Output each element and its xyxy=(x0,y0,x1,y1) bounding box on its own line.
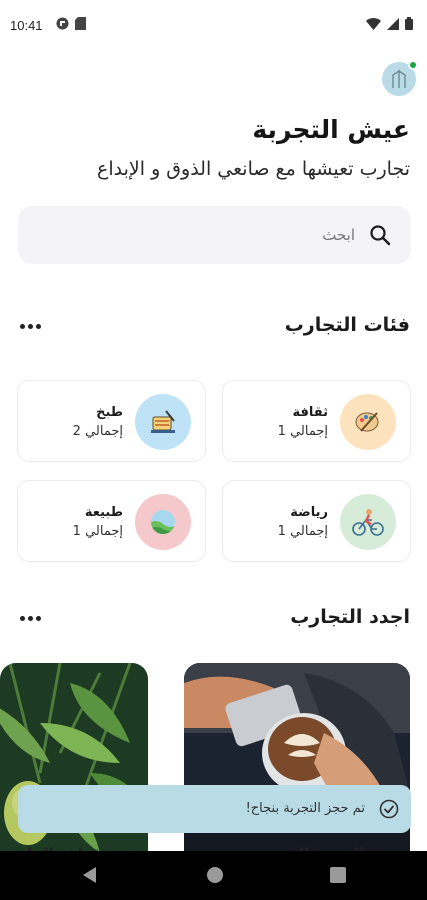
category-count: إجمالي 1 xyxy=(277,524,328,539)
recents-icon[interactable] xyxy=(329,865,347,885)
category-count: إجمالي 1 xyxy=(72,524,123,539)
page-subtitle: تجارب تعيشها مع صانعي الذوق و الإبداع xyxy=(97,158,410,180)
category-count: إجمالي 1 xyxy=(277,424,328,439)
categories-more-button[interactable] xyxy=(20,322,42,330)
latest-more-button[interactable] xyxy=(20,614,42,622)
palette-icon xyxy=(340,394,396,450)
category-card-cooking[interactable]: طبخ إجمالي 2 xyxy=(17,380,206,462)
category-name: طبيعة xyxy=(84,505,123,520)
signal-icon xyxy=(387,17,399,30)
search-icon[interactable] xyxy=(369,224,391,246)
back-icon[interactable] xyxy=(80,865,98,885)
sim-card-icon xyxy=(75,17,86,30)
latest-section-title: اجدد التجارب xyxy=(290,606,410,628)
search-input[interactable] xyxy=(55,220,355,250)
category-card-culture[interactable]: ثقافة إجمالي 1 xyxy=(222,380,411,462)
category-card-nature[interactable]: طبيعة إجمالي 1 xyxy=(17,480,206,562)
category-name: ثقافة xyxy=(292,405,328,420)
profile-avatar[interactable] xyxy=(382,60,418,96)
cyclist-icon xyxy=(340,494,396,550)
online-status-dot xyxy=(408,60,418,70)
wifi-icon xyxy=(366,17,381,30)
status-time: 10:41 xyxy=(10,18,43,33)
category-name: رياضة xyxy=(290,505,328,520)
check-circle-icon xyxy=(379,799,399,819)
landscape-icon xyxy=(135,494,191,550)
category-card-sports[interactable]: رياضة إجمالي 1 xyxy=(222,480,411,562)
success-toast: تم حجز التجربة بنجاح! xyxy=(18,785,411,833)
cooking-icon xyxy=(135,394,191,450)
battery-icon xyxy=(405,17,413,30)
search-bar[interactable] xyxy=(18,206,411,264)
category-count: إجمالي 2 xyxy=(72,424,123,439)
building-icon xyxy=(392,69,406,88)
toast-message: تم حجز التجربة بنجاح! xyxy=(245,801,365,816)
page-title: عيش التجربة xyxy=(252,115,410,144)
home-icon[interactable] xyxy=(205,865,225,885)
categories-section-title: فئات التجارب xyxy=(284,314,410,336)
notification-icon xyxy=(56,17,69,30)
status-bar: 10:41 xyxy=(0,0,427,52)
system-navigation-bar xyxy=(0,851,427,900)
category-name: طبخ xyxy=(96,405,123,420)
